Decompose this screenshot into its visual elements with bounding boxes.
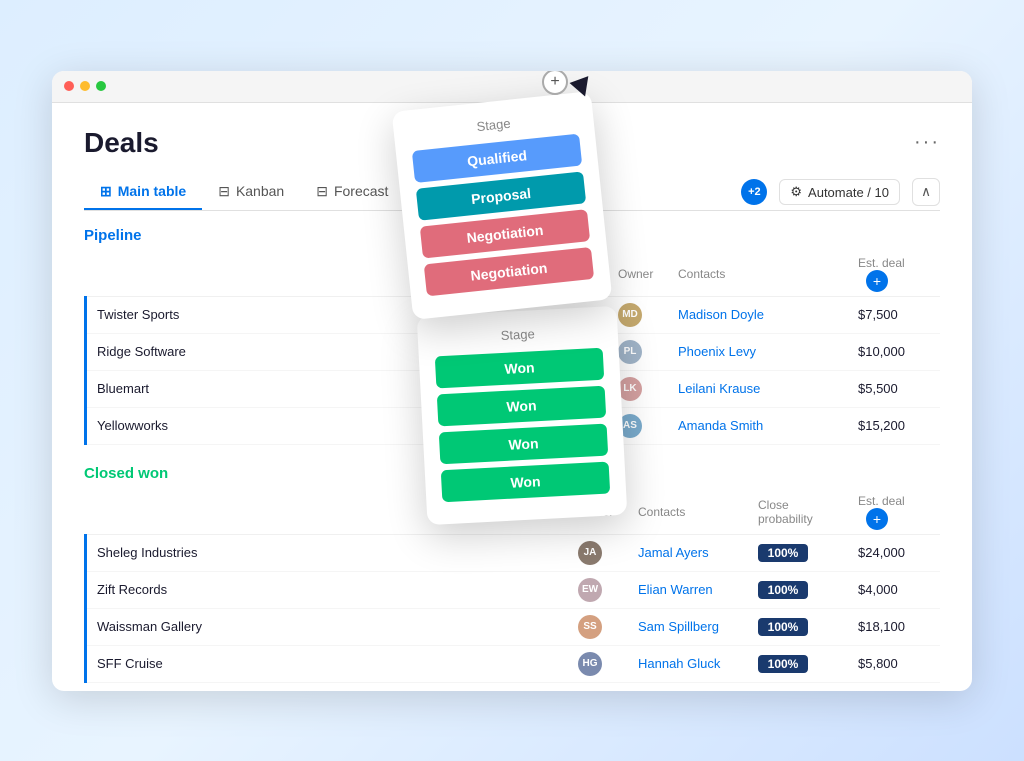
add-column-floating-button[interactable]: + [542,71,568,95]
row-owner: MD [610,296,670,333]
close-prob-badge: 100% [758,581,808,599]
cw-contacts-header: Contacts [630,490,750,535]
tab-kanban-label: Kanban [236,183,284,199]
more-options-button[interactable]: ··· [914,131,940,154]
row-name: Zift Records [86,571,571,608]
collapse-button[interactable]: ∧ [912,178,940,206]
won-badge-4[interactable]: Won [441,461,610,502]
avatar: PL [618,340,642,364]
app-window: Deals ··· ⊞ Main table ⊟ Kanban ⊟ Foreca… [52,71,972,691]
row-stage [790,370,850,407]
toolbar-right: +2 ⚙ Automate / 10 ∧ [741,178,940,206]
row-contact[interactable]: Elian Warren [630,571,750,608]
table-row: SFF Cruise HG Hannah Gluck 100% $5,800 [86,645,941,682]
row-contact[interactable]: Madison Doyle [670,296,790,333]
avatar: HG [578,652,602,676]
close-prob-badge: 100% [758,655,808,673]
table-row: Sheleg Industries JA Jamal Ayers 100% $2… [86,534,941,571]
popup2-title: Stage [433,322,602,346]
page-title: Deals [84,127,159,159]
tab-main-table-label: Main table [118,183,186,199]
row-name: Sheleg Industries [86,534,571,571]
pipeline-owner-header: Owner [610,252,670,297]
contact-link[interactable]: Sam Spillberg [638,619,719,634]
row-contact[interactable]: Hannah Gluck [630,645,750,682]
pipeline-est-header: Est. deal + [850,252,940,297]
kanban-icon: ⊟ [218,183,230,200]
row-owner: HG [570,645,630,682]
row-contact[interactable]: Amanda Smith [670,407,790,444]
main-table-icon: ⊞ [100,183,112,200]
cw-prob-header: Close probability [750,490,850,535]
tab-main-table[interactable]: ⊞ Main table [84,175,202,210]
row-contact[interactable]: Sam Spillberg [630,608,750,645]
row-owner: SS [570,608,630,645]
close-prob-badge: 100% [758,618,808,636]
automate-button[interactable]: ⚙ Automate / 10 [779,179,900,205]
title-bar [52,71,972,103]
stage-popup-card: Stage Qualified Proposal Negotiation Neg… [392,91,613,320]
row-owner: EW [570,571,630,608]
avatar: EW [578,578,602,602]
forecast-icon: ⊟ [316,183,328,200]
won-badge-1[interactable]: Won [435,347,604,388]
won-popup-card: Stage Won Won Won Won [417,305,628,524]
row-owner: JA [570,534,630,571]
avatar: SS [578,615,602,639]
pipeline-stage-header [790,252,850,297]
row-name: SFF Cruise [86,645,571,682]
contact-link[interactable]: Elian Warren [638,582,713,597]
users-badge[interactable]: +2 [741,179,767,205]
contact-link[interactable]: Madison Doyle [678,307,764,322]
contact-link[interactable]: Leilani Krause [678,381,760,396]
pipeline-add-col-button[interactable]: + [866,270,888,292]
row-stage [790,296,850,333]
row-contact[interactable]: Leilani Krause [670,370,790,407]
row-prob: 100% [750,645,850,682]
avatar: JA [578,541,602,565]
row-prob: 100% [750,608,850,645]
row-prob: 100% [750,534,850,571]
contact-link[interactable]: Jamal Ayers [638,545,709,560]
row-est-deal: $18,100 [850,608,940,645]
maximize-dot[interactable] [96,81,106,91]
automate-label: Automate / 10 [808,185,889,200]
tab-kanban[interactable]: ⊟ Kanban [202,175,300,210]
row-stage [790,333,850,370]
contact-link[interactable]: Hannah Gluck [638,656,720,671]
avatar: LK [618,377,642,401]
tab-forecast-label: Forecast [334,183,388,199]
minimize-dot[interactable] [80,81,90,91]
row-prob: 100% [750,571,850,608]
row-est-deal: $5,800 [850,645,940,682]
row-contact[interactable]: Jamal Ayers [630,534,750,571]
contact-link[interactable]: Phoenix Levy [678,344,756,359]
row-est-deal: $5,500 [850,370,940,407]
cw-est-header: Est. deal + [850,490,940,535]
contact-link[interactable]: Amanda Smith [678,418,763,433]
automate-icon: ⚙ [790,184,802,200]
won-badge-2[interactable]: Won [437,385,606,426]
row-est-deal: $4,000 [850,571,940,608]
row-est-deal: $10,000 [850,333,940,370]
row-name: Waissman Gallery [86,608,571,645]
cw-add-col-button[interactable]: + [866,508,888,530]
row-stage [790,407,850,444]
won-badge-3[interactable]: Won [439,423,608,464]
row-est-deal: $24,000 [850,534,940,571]
pipeline-contacts-header: Contacts [670,252,790,297]
avatar: MD [618,303,642,327]
table-row: Zift Records EW Elian Warren 100% $4,000 [86,571,941,608]
close-prob-badge: 100% [758,544,808,562]
row-est-deal: $7,500 [850,296,940,333]
tab-forecast[interactable]: ⊟ Forecast [300,175,404,210]
row-est-deal: $15,200 [850,407,940,444]
close-dot[interactable] [64,81,74,91]
table-row: Waissman Gallery SS Sam Spillberg 100% $… [86,608,941,645]
row-contact[interactable]: Phoenix Levy [670,333,790,370]
